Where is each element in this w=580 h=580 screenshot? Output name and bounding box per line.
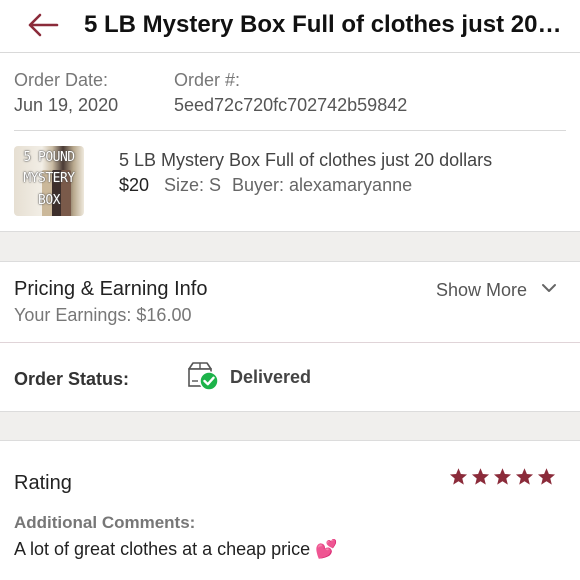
item-buyer[interactable]: Buyer: alexamaryanne xyxy=(232,174,412,196)
order-status-section: Order Status: Delivered xyxy=(0,343,580,411)
order-details: Order Date: Jun 19, 2020 Order #: 5eed72… xyxy=(0,53,580,231)
back-button[interactable] xyxy=(26,10,60,40)
item-thumbnail[interactable]: 5 POUND MYSTERY BOX xyxy=(14,146,84,216)
order-number-label: Order #: xyxy=(174,70,241,90)
section-spacer xyxy=(0,411,580,441)
top-bar: 5 LB Mystery Box Full of clothes just 20… xyxy=(0,0,580,53)
thumbnail-caption-line-3: BOX xyxy=(38,193,60,208)
order-number-value: 5eed72c720fc702742b59842 xyxy=(174,95,408,115)
star-icon xyxy=(471,468,490,485)
rating-section: Rating Additional Comments: A lot of gre… xyxy=(0,441,580,580)
pricing-title: Pricing & Earning Info xyxy=(14,278,208,300)
order-status-value: Delivered xyxy=(230,367,312,387)
item-title[interactable]: 5 LB Mystery Box Full of clothes just 20… xyxy=(119,149,492,171)
item-size: Size: S xyxy=(164,175,222,195)
page-title: 5 LB Mystery Box Full of clothes just 20… xyxy=(84,11,564,38)
order-date-label: Order Date: xyxy=(14,70,109,90)
section-spacer xyxy=(0,231,580,262)
divider xyxy=(14,130,566,131)
star-rating xyxy=(449,467,559,489)
show-more-button[interactable]: Show More xyxy=(436,279,527,301)
item-price: $20 xyxy=(119,175,150,195)
chevron-down-icon[interactable] xyxy=(541,282,557,294)
rating-title: Rating xyxy=(14,472,72,494)
thumbnail-caption-line-2: MYSTERY xyxy=(23,171,75,186)
order-status-label: Order Status: xyxy=(14,369,130,389)
star-icon xyxy=(493,468,512,485)
star-icon xyxy=(515,468,534,485)
order-date-value: Jun 19, 2020 xyxy=(14,95,119,115)
comments-text: A lot of great clothes at a cheap price … xyxy=(14,539,338,559)
pricing-section: Pricing & Earning Info Your Earnings: $1… xyxy=(0,262,580,342)
star-icon xyxy=(537,468,556,485)
thumbnail-caption-line-1: 5 POUND xyxy=(23,150,75,165)
back-arrow-icon xyxy=(28,13,59,37)
earnings-text: Your Earnings: $16.00 xyxy=(14,305,192,325)
comments-label: Additional Comments: xyxy=(14,513,196,532)
star-icon xyxy=(449,468,468,485)
delivered-box-icon xyxy=(186,361,220,391)
